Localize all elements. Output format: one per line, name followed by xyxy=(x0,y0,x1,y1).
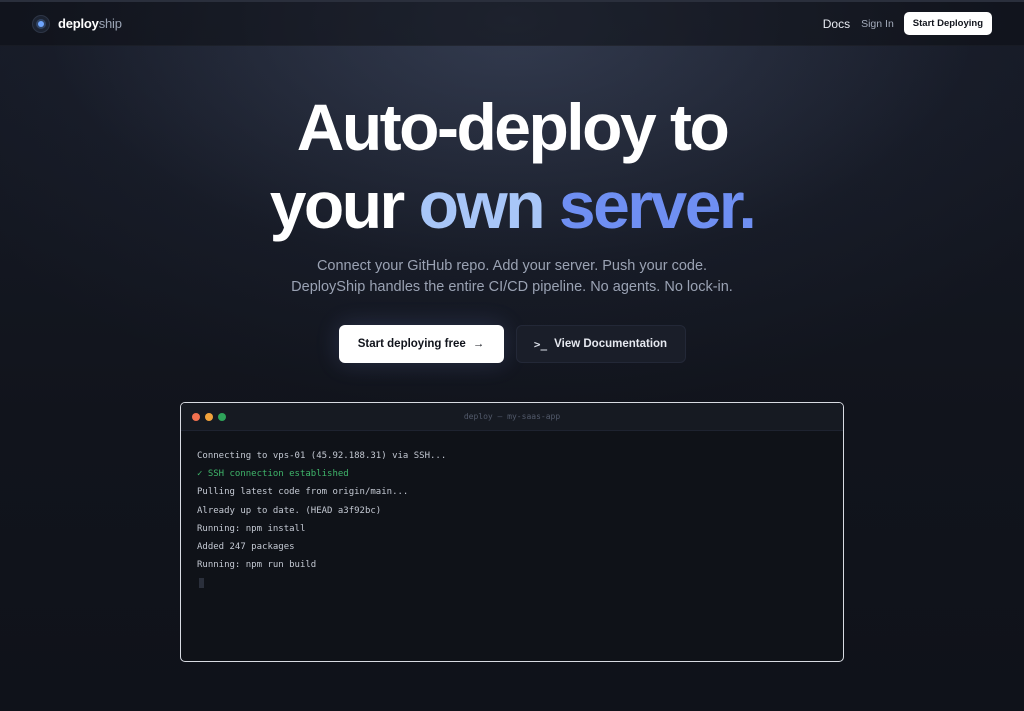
terminal-window: deploy — my-saas-app Connecting to vps-0… xyxy=(180,402,844,662)
arrow-right-icon: → xyxy=(472,338,485,350)
hero-word-your: your xyxy=(269,168,406,242)
top-navbar: deployship Docs Sign In Start Deploying xyxy=(0,2,1024,46)
terminal-prompt-icon: >_ xyxy=(533,337,548,351)
secondary-button-label: View Documentation xyxy=(554,338,668,350)
start-deploying-button[interactable]: Start Deploying xyxy=(903,12,992,35)
hero-subtitle: Connect your GitHub repo. Add your serve… xyxy=(0,256,1024,298)
brand-logo[interactable]: deployship xyxy=(32,14,122,33)
terminal-line: Running: npm run build xyxy=(197,560,317,571)
terminal-title: deploy — my-saas-app xyxy=(463,412,561,421)
hero-cta-row: Start deploying free → >_ View Documenta… xyxy=(0,325,1024,363)
view-documentation-button[interactable]: >_ View Documentation xyxy=(515,325,686,363)
hero-word-server: server. xyxy=(558,168,757,242)
hero-line-1: Auto-deploy to xyxy=(296,90,730,164)
terminal-line: Pulling latest code from origin/main... xyxy=(197,487,409,498)
subtitle-line-1: Connect your GitHub repo. Add your serve… xyxy=(316,258,708,274)
primary-button-label: Start deploying free xyxy=(357,338,466,350)
nav-actions: Docs Sign In Start Deploying xyxy=(823,12,992,35)
terminal-title-bar: deploy — my-saas-app xyxy=(181,403,843,431)
subtitle-line-2: DeployShip handles the entire CI/CD pipe… xyxy=(291,279,733,295)
start-deploying-free-button[interactable]: Start deploying free → xyxy=(338,325,504,363)
terminal-output: Connecting to vps-01 (45.92.188.31) via … xyxy=(181,431,843,604)
terminal-cursor xyxy=(199,578,204,589)
logo-icon xyxy=(32,14,50,33)
terminal-line: Connecting to vps-01 (45.92.188.31) via … xyxy=(197,451,447,461)
terminal-line: Added 247 packages xyxy=(197,541,295,552)
terminal-line: Running: npm install xyxy=(197,523,306,534)
hero-headline: Auto-deploy to your own server. xyxy=(0,88,1024,244)
terminal-line-success: ✓ SSH connection established xyxy=(197,469,349,480)
nav-link-docs[interactable]: Docs xyxy=(823,17,850,31)
hero-word-own: own xyxy=(418,168,546,242)
brand-name: deployship xyxy=(58,16,122,31)
hero-line-2: your own server. xyxy=(0,166,1024,244)
nav-link-sign-in[interactable]: Sign In xyxy=(861,18,894,30)
terminal-line: Already up to date. (HEAD a3f92bc) xyxy=(197,505,382,516)
